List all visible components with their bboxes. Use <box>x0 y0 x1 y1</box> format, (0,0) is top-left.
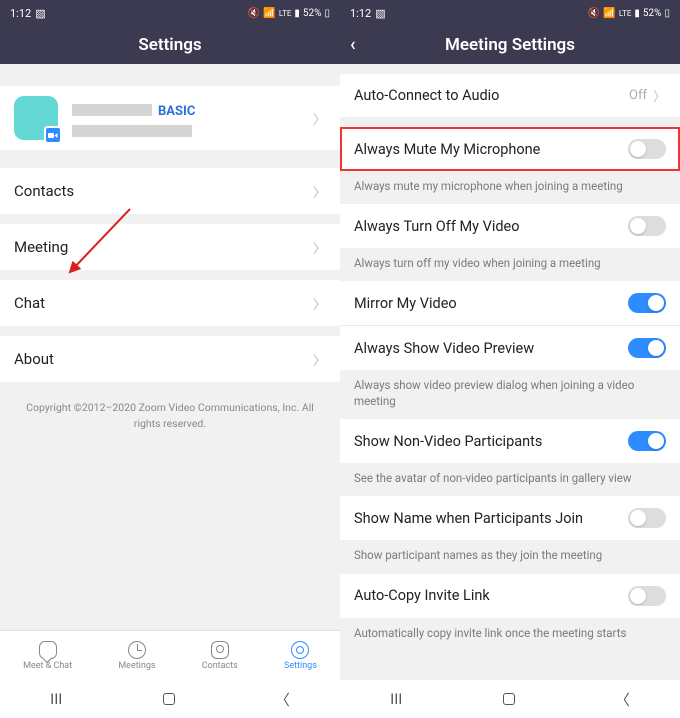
tab-meetings[interactable]: Meetings <box>118 641 155 671</box>
row-label: Always Turn Off My Video <box>354 218 519 235</box>
signal-icon: ▮ <box>294 8 300 19</box>
row-label: Show Non-Video Participants <box>354 433 542 450</box>
menu-contacts[interactable]: Contacts 〉 <box>0 168 340 214</box>
phone-left: 1:12 ▧ 🔇 📶 LTE ▮ 52% ▯ Settings BASIC 〉 <box>0 0 340 718</box>
row-desc: Automatically copy invite link once the … <box>340 618 680 651</box>
recent-apps-button[interactable]: III <box>390 690 402 708</box>
chevron-right-icon: 〉 <box>653 86 666 105</box>
back-button[interactable]: 〈 <box>275 689 290 710</box>
lte-icon: LTE <box>619 9 632 18</box>
page-title: Settings <box>138 35 201 55</box>
android-navbar: III 〈 <box>0 680 340 718</box>
row-auto-copy-invite[interactable]: Auto-Copy Invite Link <box>340 574 680 618</box>
android-navbar: III 〈 <box>340 680 680 718</box>
toggle-switch[interactable] <box>628 508 666 528</box>
toggle-switch[interactable] <box>628 431 666 451</box>
row-desc: Always turn off my video when joining a … <box>340 248 680 281</box>
phone-right: 1:12 ▧ 🔇 📶 LTE ▮ 52% ▯ ‹ Meeting Setting… <box>340 0 680 718</box>
menu-label: About <box>14 350 54 368</box>
copyright-text: Copyright ©2012–2020 Zoom Video Communic… <box>0 382 340 450</box>
row-label: Auto-Copy Invite Link <box>354 587 490 604</box>
chevron-right-icon: 〉 <box>313 294 326 313</box>
tab-label: Settings <box>284 661 317 671</box>
contacts-icon <box>211 641 229 659</box>
back-icon[interactable]: ‹ <box>350 34 356 55</box>
battery-icon: ▯ <box>324 8 330 19</box>
menu-about[interactable]: About 〉 <box>0 336 340 382</box>
toggle-switch[interactable] <box>628 293 666 313</box>
row-label: Mirror My Video <box>354 295 457 312</box>
page-title: Meeting Settings <box>445 35 575 55</box>
row-label: Always Mute My Microphone <box>354 141 540 158</box>
zoom-badge-icon <box>44 126 62 144</box>
row-label: Show Name when Participants Join <box>354 510 583 527</box>
home-button[interactable] <box>163 693 175 705</box>
row-show-name-join[interactable]: Show Name when Participants Join <box>340 496 680 540</box>
row-always-mute-mic[interactable]: Always Mute My Microphone <box>340 127 680 171</box>
avatar <box>14 96 58 140</box>
clock-icon <box>128 641 146 659</box>
back-button[interactable]: 〈 <box>615 689 630 710</box>
tab-settings[interactable]: Settings <box>284 641 317 671</box>
clock-text: 1:12 <box>10 7 31 20</box>
row-desc: Always show video preview dialog when jo… <box>340 370 680 419</box>
row-always-turn-off-video[interactable]: Always Turn Off My Video <box>340 204 680 248</box>
bottom-tabs: Meet & Chat Meetings Contacts Settings <box>0 630 340 680</box>
row-desc: See the avatar of non-video participants… <box>340 463 680 496</box>
menu-meeting[interactable]: Meeting 〉 <box>0 224 340 270</box>
toggle-switch[interactable] <box>628 338 666 358</box>
wifi-icon: 📶 <box>263 8 275 19</box>
mute-icon: 🔇 <box>248 8 260 19</box>
row-label: Always Show Video Preview <box>354 340 534 357</box>
menu-label: Chat <box>14 294 45 312</box>
battery-icon: ▯ <box>664 8 670 19</box>
menu-label: Meeting <box>14 238 68 256</box>
mute-icon: 🔇 <box>588 8 600 19</box>
recent-apps-button[interactable]: III <box>50 690 62 708</box>
menu-chat[interactable]: Chat 〉 <box>0 280 340 326</box>
toggle-switch[interactable] <box>628 139 666 159</box>
toggle-switch[interactable] <box>628 216 666 236</box>
home-button[interactable] <box>503 693 515 705</box>
wifi-icon: 📶 <box>603 8 615 19</box>
redacted-email <box>72 125 192 137</box>
chat-icon <box>39 641 57 659</box>
row-show-video-preview[interactable]: Always Show Video Preview <box>340 326 680 370</box>
chevron-right-icon: 〉 <box>313 238 326 257</box>
chevron-right-icon: 〉 <box>313 109 326 128</box>
battery-text: 52% <box>303 8 322 19</box>
tab-meet-chat[interactable]: Meet & Chat <box>23 641 72 671</box>
row-desc: Show participant names as they join the … <box>340 540 680 573</box>
tab-label: Contacts <box>202 661 238 671</box>
signal-icon: ▮ <box>634 8 640 19</box>
row-value: Off <box>629 88 647 103</box>
lte-icon: LTE <box>279 9 292 18</box>
title-bar: ‹ Meeting Settings <box>340 26 680 64</box>
row-mirror-video[interactable]: Mirror My Video <box>340 281 680 325</box>
title-bar: Settings <box>0 26 340 64</box>
tab-contacts[interactable]: Contacts <box>202 641 238 671</box>
tab-label: Meetings <box>118 661 155 671</box>
row-auto-connect-audio[interactable]: Auto-Connect to Audio Off 〉 <box>340 74 680 117</box>
chevron-right-icon: 〉 <box>313 350 326 369</box>
toggle-switch[interactable] <box>628 586 666 606</box>
row-desc: Always mute my microphone when joining a… <box>340 171 680 204</box>
battery-text: 52% <box>643 8 662 19</box>
profile-row[interactable]: BASIC 〉 <box>0 86 340 150</box>
menu-label: Contacts <box>14 182 74 200</box>
chevron-right-icon: 〉 <box>313 182 326 201</box>
plan-badge: BASIC <box>158 104 195 119</box>
meeting-settings-content: Auto-Connect to Audio Off 〉 Always Mute … <box>340 64 680 680</box>
status-bar: 1:12 ▧ 🔇 📶 LTE ▮ 52% ▯ <box>340 0 680 26</box>
row-show-non-video[interactable]: Show Non-Video Participants <box>340 419 680 463</box>
redacted-name <box>72 104 152 116</box>
clock-text: 1:12 <box>350 7 371 20</box>
status-bar: 1:12 ▧ 🔇 📶 LTE ▮ 52% ▯ <box>0 0 340 26</box>
gear-icon <box>291 641 309 659</box>
row-label: Auto-Connect to Audio <box>354 87 499 104</box>
picture-icon: ▧ <box>375 7 385 20</box>
picture-icon: ▧ <box>35 7 45 20</box>
settings-content: BASIC 〉 Contacts 〉 Meeting 〉 Chat 〉 Abou… <box>0 64 340 630</box>
